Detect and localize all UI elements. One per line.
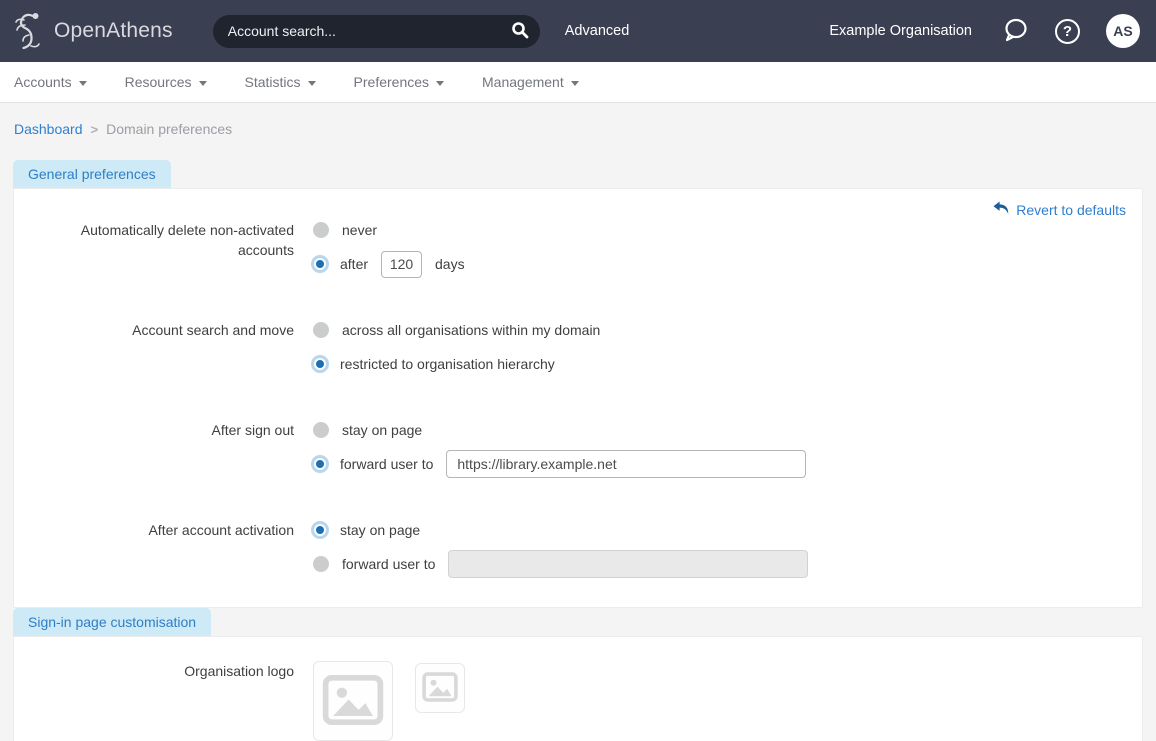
radio-stay-on-page[interactable] xyxy=(313,422,329,438)
option-label: across all organisations within my domai… xyxy=(342,322,600,338)
search-input[interactable] xyxy=(213,15,540,48)
account-search xyxy=(213,15,540,48)
openathens-logo-icon xyxy=(14,10,46,53)
nav-resources[interactable]: Resources xyxy=(125,74,207,90)
radio-never[interactable] xyxy=(313,222,329,238)
option-label-after: days xyxy=(435,256,465,272)
option-stay-on-page: stay on page xyxy=(313,513,808,547)
nav-management-label: Management xyxy=(482,74,564,90)
nav-statistics[interactable]: Statistics xyxy=(245,74,316,90)
nav-statistics-label: Statistics xyxy=(245,74,301,90)
group-label: After sign out xyxy=(28,413,294,481)
radio-across-domain[interactable] xyxy=(313,322,329,338)
option-stay-on-page: stay on page xyxy=(313,413,806,447)
main-nav: Accounts Resources Statistics Preference… xyxy=(0,62,1156,103)
nav-management[interactable]: Management xyxy=(482,74,579,90)
activation-forward-url-input xyxy=(448,550,808,578)
group-options: never after days xyxy=(313,213,465,281)
option-restricted-hierarchy: restricted to organisation hierarchy xyxy=(313,347,600,381)
revert-to-defaults-link[interactable]: Revert to defaults xyxy=(993,201,1126,218)
brand[interactable]: OpenAthens xyxy=(14,10,173,53)
option-never: never xyxy=(313,213,465,247)
breadcrumb-current: Domain preferences xyxy=(106,121,232,137)
radio-after-days[interactable] xyxy=(314,258,326,270)
nav-accounts[interactable]: Accounts xyxy=(14,74,87,90)
radio-forward-user[interactable] xyxy=(314,458,326,470)
nav-preferences-label: Preferences xyxy=(354,74,429,90)
avatar[interactable]: AS xyxy=(1106,14,1140,48)
brand-name: OpenAthens xyxy=(54,19,173,43)
logo-upload-boxes xyxy=(313,661,465,741)
option-label-before: after xyxy=(340,256,368,272)
organisation-logo-label: Organisation logo xyxy=(28,661,294,741)
option-forward-user: forward user to xyxy=(313,547,808,581)
chevron-down-icon xyxy=(308,81,316,86)
search-button[interactable] xyxy=(506,18,534,46)
search-icon xyxy=(511,21,529,42)
option-label: forward user to xyxy=(340,456,433,472)
option-label: stay on page xyxy=(340,522,420,538)
logo-upload-small[interactable] xyxy=(415,663,465,713)
option-label: stay on page xyxy=(342,422,422,438)
revert-to-defaults-label: Revert to defaults xyxy=(1016,202,1126,218)
group-label: Automatically delete non-activated accou… xyxy=(28,213,294,281)
help-icon: ? xyxy=(1055,19,1080,44)
group-options: stay on page forward user to xyxy=(313,513,808,581)
chat-bubble-icon xyxy=(1002,17,1029,46)
breadcrumb-separator: > xyxy=(91,122,99,137)
nav-resources-label: Resources xyxy=(125,74,192,90)
radio-stay-on-page[interactable] xyxy=(314,524,326,536)
chevron-down-icon xyxy=(199,81,207,86)
chevron-down-icon xyxy=(571,81,579,86)
option-label: never xyxy=(342,222,377,238)
image-placeholder-icon xyxy=(322,674,384,729)
tab-signin-customisation[interactable]: Sign-in page customisation xyxy=(13,608,211,636)
radio-forward-user[interactable] xyxy=(313,556,329,572)
group-after-sign-out: After sign out stay on page forward user… xyxy=(28,413,1128,481)
page-content: General preferences Revert to defaults A… xyxy=(0,149,1156,741)
days-input[interactable] xyxy=(381,251,422,278)
chevron-down-icon xyxy=(79,81,87,86)
group-auto-delete: Automatically delete non-activated accou… xyxy=(28,213,1128,281)
breadcrumb: Dashboard > Domain preferences xyxy=(0,103,1156,149)
app-header: OpenAthens Advanced Example Organisation… xyxy=(0,0,1156,62)
option-label: restricted to organisation hierarchy xyxy=(340,356,555,372)
signin-customisation-panel: Organisation logo xyxy=(13,636,1143,741)
radio-restricted-hierarchy[interactable] xyxy=(314,358,326,370)
sign-out-forward-url-input[interactable] xyxy=(446,450,806,478)
undo-arrow-icon xyxy=(993,201,1009,218)
group-options: stay on page forward user to xyxy=(313,413,806,481)
organisation-logo-row: Organisation logo xyxy=(28,661,1128,741)
group-options: across all organisations within my domai… xyxy=(313,313,600,381)
nav-accounts-label: Accounts xyxy=(14,74,72,90)
group-label: After account activation xyxy=(28,513,294,581)
chevron-down-icon xyxy=(436,81,444,86)
option-after-days: after days xyxy=(313,247,465,281)
nav-preferences[interactable]: Preferences xyxy=(354,74,444,90)
option-label: forward user to xyxy=(342,556,435,572)
logo-upload-large[interactable] xyxy=(313,661,393,741)
organisation-name[interactable]: Example Organisation xyxy=(829,23,972,39)
group-after-activation: After account activation stay on page fo… xyxy=(28,513,1128,581)
group-label: Account search and move xyxy=(28,313,294,381)
tab-general-preferences[interactable]: General preferences xyxy=(13,160,171,188)
breadcrumb-dashboard-link[interactable]: Dashboard xyxy=(14,121,83,137)
advanced-search-link[interactable]: Advanced xyxy=(565,23,630,39)
help-button[interactable]: ? xyxy=(1055,19,1080,44)
chat-button[interactable] xyxy=(1002,17,1029,46)
image-placeholder-icon xyxy=(422,672,458,705)
group-search-and-move: Account search and move across all organ… xyxy=(28,313,1128,381)
general-preferences-panel: Revert to defaults Automatically delete … xyxy=(13,188,1143,608)
option-forward-user: forward user to xyxy=(313,447,806,481)
option-across-domain: across all organisations within my domai… xyxy=(313,313,600,347)
